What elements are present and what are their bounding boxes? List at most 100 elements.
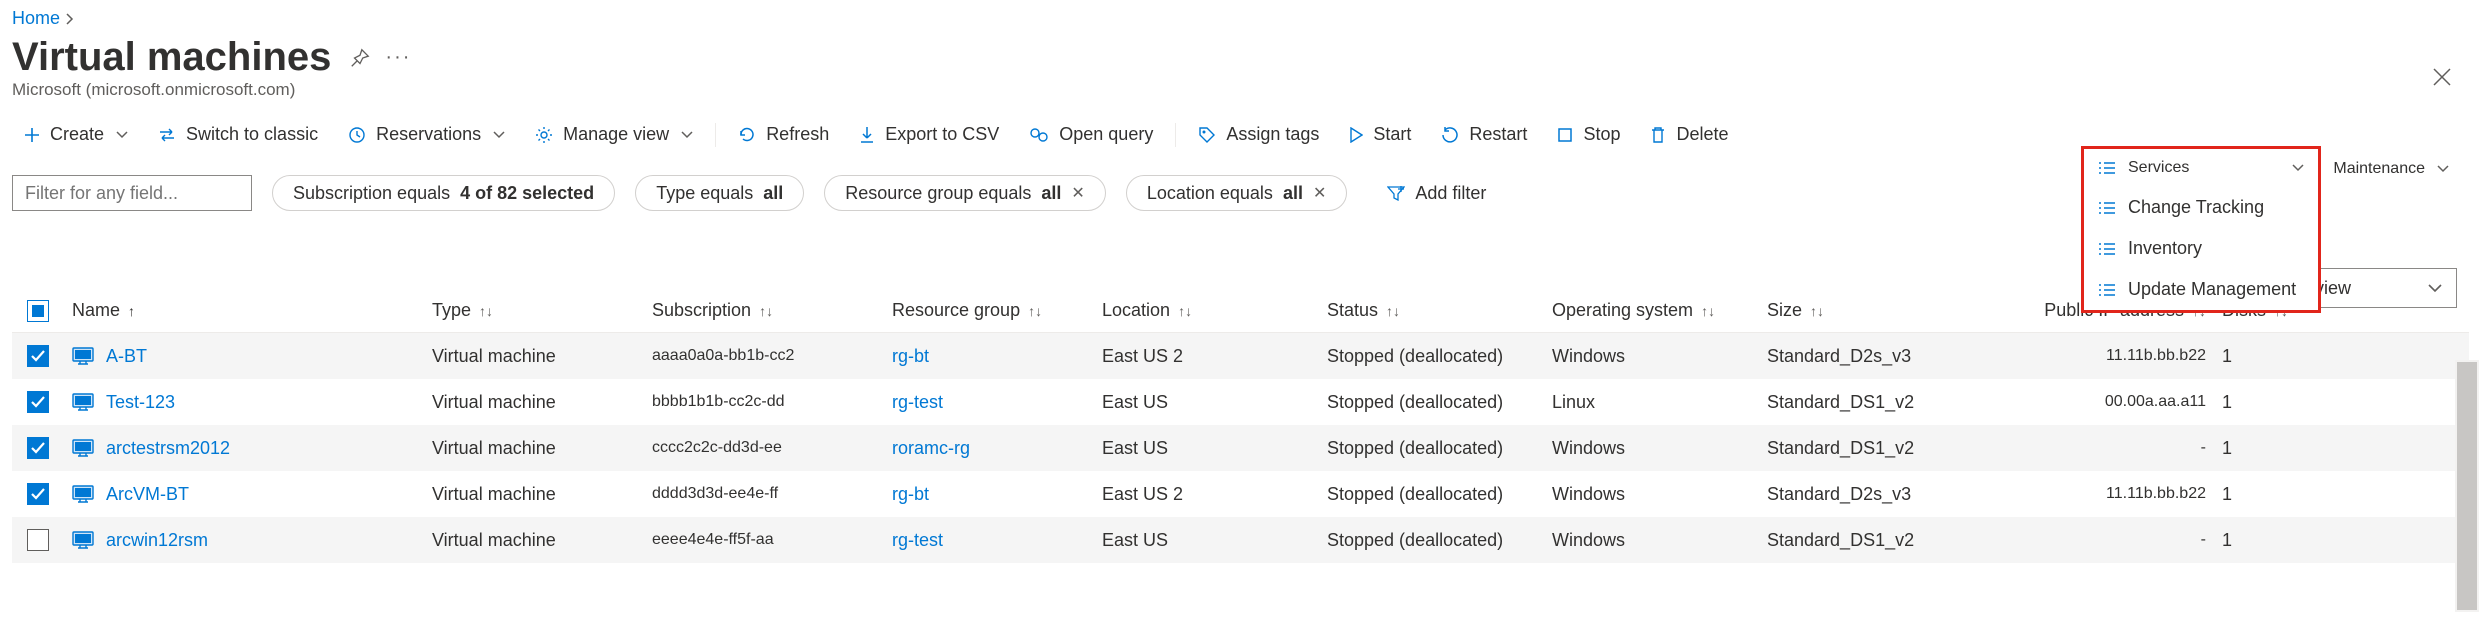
assign-tags-button[interactable]: Assign tags (1186, 118, 1331, 151)
vm-icon (72, 485, 94, 503)
col-header-type[interactable]: Type ↑↓ (424, 300, 644, 321)
row-checkbox[interactable] (27, 483, 49, 505)
table-row[interactable]: A-BTVirtual machineaaaa0a0a-bb1b-cc2rg-b… (12, 333, 2469, 379)
col-label: Subscription (652, 300, 751, 321)
rg-link[interactable]: rg-bt (892, 484, 929, 505)
col-header-resource-group[interactable]: Resource group↑↓ (884, 300, 1094, 321)
sort-asc-icon: ↑ (128, 303, 135, 319)
cell-type: Virtual machine (424, 530, 644, 551)
chevron-down-icon (116, 131, 128, 139)
rg-link[interactable]: roramc-rg (892, 438, 970, 459)
scrollbar-thumb[interactable] (2457, 362, 2477, 610)
switch-classic-button[interactable]: Switch to classic (146, 118, 330, 151)
close-icon[interactable] (2431, 66, 2453, 88)
rg-link[interactable]: rg-bt (892, 346, 929, 367)
vm-name-link[interactable]: A-BT (106, 346, 147, 367)
restart-button[interactable]: Restart (1429, 118, 1539, 151)
refresh-button[interactable]: Refresh (726, 118, 841, 151)
scrollbar[interactable] (2455, 360, 2479, 612)
reservations-label: Reservations (376, 124, 481, 145)
filter-pill-type[interactable]: Type equals all (635, 175, 804, 211)
query-icon (1029, 127, 1049, 143)
menu-update-management[interactable]: Update Management (2084, 269, 2318, 310)
manage-view-button[interactable]: Manage view (523, 118, 705, 151)
vm-name-link[interactable]: arctestrsm2012 (106, 438, 230, 459)
breadcrumb-home[interactable]: Home (12, 8, 60, 29)
assign-tags-label: Assign tags (1226, 124, 1319, 145)
cell-type: Virtual machine (424, 438, 644, 459)
pin-icon[interactable] (349, 47, 371, 69)
col-label: Name (72, 300, 120, 321)
rg-link[interactable]: rg-test (892, 530, 943, 551)
cell-size: Standard_DS1_v2 (1759, 438, 1999, 459)
clock-icon (348, 126, 366, 144)
cell-status: Stopped (deallocated) (1319, 530, 1544, 551)
vm-name-link[interactable]: arcwin12rsm (106, 530, 208, 551)
export-label: Export to CSV (885, 124, 999, 145)
col-header-size[interactable]: Size↑↓ (1759, 300, 1999, 321)
rg-link[interactable]: rg-test (892, 392, 943, 413)
row-checkbox[interactable] (27, 391, 49, 413)
sort-icon: ↑↓ (479, 303, 493, 319)
more-icon[interactable]: ··· (385, 46, 411, 69)
stop-icon (1557, 127, 1573, 143)
add-filter-button[interactable]: Add filter (1367, 175, 1506, 211)
open-query-label: Open query (1059, 124, 1153, 145)
breadcrumb: Home (12, 8, 2469, 29)
cell-size: Standard_DS1_v2 (1759, 530, 1999, 551)
row-checkbox[interactable] (27, 529, 49, 551)
menu-change-tracking[interactable]: Change Tracking (2084, 187, 2318, 228)
export-csv-button[interactable]: Export to CSV (847, 118, 1011, 151)
vm-name-link[interactable]: Test-123 (106, 392, 175, 413)
cell-disks: 1 (2214, 346, 2324, 367)
open-query-button[interactable]: Open query (1017, 118, 1165, 151)
cell-os: Windows (1544, 484, 1759, 505)
remove-filter-icon[interactable]: ✕ (1071, 183, 1084, 203)
table-row[interactable]: Test-123Virtual machinebbbb1b1b-cc2c-ddr… (12, 379, 2469, 425)
table-row[interactable]: arctestrsm2012Virtual machinecccc2c2c-dd… (12, 425, 2469, 471)
col-header-subscription[interactable]: Subscription↑↓ (644, 300, 884, 321)
filter-pill-resource-group[interactable]: Resource group equals all ✕ (824, 175, 1106, 211)
cell-ip: 11.11b.bb.b22 (1999, 347, 2214, 365)
stop-button[interactable]: Stop (1545, 118, 1632, 151)
menu-inventory[interactable]: Inventory (2084, 228, 2318, 269)
remove-filter-icon[interactable]: ✕ (1313, 183, 1326, 203)
row-checkbox[interactable] (27, 345, 49, 367)
create-button[interactable]: Create (12, 118, 140, 151)
chevron-down-icon (2292, 164, 2304, 172)
cell-size: Standard_D2s_v3 (1759, 484, 1999, 505)
table-body: A-BTVirtual machineaaaa0a0a-bb1b-cc2rg-b… (12, 333, 2469, 563)
start-button[interactable]: Start (1337, 118, 1423, 151)
row-checkbox[interactable] (27, 437, 49, 459)
page-title: Virtual machines (12, 35, 331, 80)
checkbox-indeterminate[interactable] (27, 300, 49, 322)
cell-subscription: dddd3d3d-ee4e-ff (644, 485, 884, 503)
sort-icon: ↑↓ (1178, 303, 1192, 319)
gear-icon (535, 126, 553, 144)
play-icon (1349, 127, 1363, 143)
reservations-button[interactable]: Reservations (336, 118, 517, 151)
services-button[interactable]: Services (2084, 149, 2318, 187)
table-row[interactable]: arcwin12rsm Virtual machineeeee4e4e-ff5f-… (12, 517, 2469, 563)
col-label: Operating system (1552, 300, 1693, 321)
col-header-location[interactable]: Location↑↓ (1094, 300, 1319, 321)
cell-subscription: eeee4e4e-ff5f-aa (644, 531, 884, 549)
services-label: Services (2128, 159, 2189, 177)
col-label: Type (432, 300, 471, 321)
col-header-status[interactable]: Status↑↓ (1319, 300, 1544, 321)
filter-input[interactable] (12, 175, 252, 211)
separator (1175, 123, 1176, 147)
vm-name-link[interactable]: ArcVM-BT (106, 484, 189, 505)
filter-pill-subscription[interactable]: Subscription equals 4 of 82 selected (272, 175, 615, 211)
table-row[interactable]: ArcVM-BTVirtual machinedddd3d3d-ee4e-ffr… (12, 471, 2469, 517)
col-label: Status (1327, 300, 1378, 321)
cell-location: East US 2 (1094, 346, 1319, 367)
select-all-header[interactable] (12, 300, 64, 322)
cell-os: Windows (1544, 346, 1759, 367)
filter-pill-location[interactable]: Location equals all ✕ (1126, 175, 1348, 211)
pill-value: all (763, 183, 783, 204)
delete-button[interactable]: Delete (1638, 118, 1740, 151)
col-header-name[interactable]: Name ↑ (64, 300, 424, 321)
col-header-os[interactable]: Operating system↑↓ (1544, 300, 1759, 321)
manage-view-label: Manage view (563, 124, 669, 145)
